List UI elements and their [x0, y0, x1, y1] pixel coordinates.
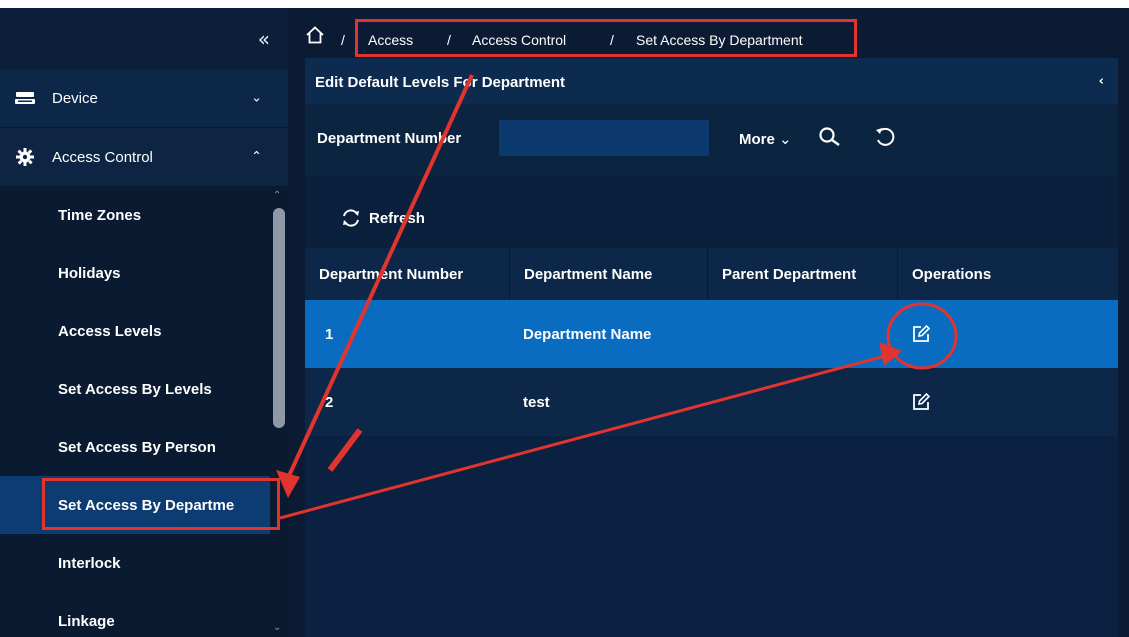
more-label: More: [739, 131, 775, 148]
refresh-icon: [343, 209, 359, 227]
search-icon[interactable]: [818, 126, 842, 150]
sidebar-item-linkage[interactable]: Linkage: [0, 592, 270, 637]
gear-icon: [14, 148, 36, 166]
table-row[interactable]: 1 Department Name: [305, 300, 1118, 368]
sidebar-item-label: Set Access By Person: [58, 438, 216, 456]
menu-item-label: Access Control: [52, 148, 153, 166]
sidebar-item-access-levels[interactable]: Access Levels: [0, 302, 270, 360]
reset-icon[interactable]: [873, 125, 897, 149]
department-number-label: Department Number: [317, 130, 462, 147]
sidebar-item-set-access-by-person[interactable]: Set Access By Person: [0, 418, 270, 476]
cell-department-name: test: [523, 393, 550, 411]
scroll-up-icon[interactable]: ⌃: [273, 190, 281, 201]
menu-item-device[interactable]: Device ⌄: [0, 69, 288, 127]
menu-item-label: Device: [52, 89, 98, 107]
panel-collapse-icon[interactable]: ‹: [1099, 74, 1104, 89]
cell-parent-department: [708, 368, 728, 436]
panel-header: Edit Default Levels For Department ‹: [305, 58, 1118, 104]
column-header-department-name[interactable]: Department Name: [510, 248, 708, 300]
column-header-parent-department[interactable]: Parent Department: [708, 248, 898, 300]
refresh-label: Refresh: [369, 209, 425, 227]
table-toolbar: Refresh: [305, 176, 1118, 248]
collapse-icon[interactable]: «: [258, 27, 270, 51]
sidebar-item-label: Access Levels: [58, 322, 162, 340]
sidebar-item-set-access-by-levels[interactable]: Set Access By Levels: [0, 360, 270, 418]
device-icon: [14, 90, 36, 106]
sidebar-item-label: Time Zones: [58, 206, 142, 224]
sidebar-item-label: Set Access By Levels: [58, 380, 212, 398]
home-icon[interactable]: [306, 26, 324, 44]
chevron-down-icon: ⌄: [779, 130, 792, 148]
table-header: Department Number Department Name Parent…: [305, 248, 1118, 300]
column-header-department-number[interactable]: Department Number: [305, 248, 510, 300]
sidebar-collapse-button[interactable]: «: [0, 8, 288, 69]
sidebar-item-label: Linkage: [58, 612, 115, 630]
cell-department-name: Department Name: [523, 325, 652, 343]
refresh-button[interactable]: Refresh: [341, 208, 425, 228]
menu-item-access-control[interactable]: Access Control ⌃: [0, 128, 288, 186]
edit-icon[interactable]: [911, 392, 931, 412]
more-button[interactable]: More ⌄: [739, 130, 792, 148]
annotation-box-breadcrumb: [355, 19, 857, 57]
page-title: Edit Default Levels For Department: [315, 74, 566, 91]
sidebar-item-label: Interlock: [58, 554, 121, 572]
edit-icon[interactable]: [911, 324, 931, 344]
department-number-input[interactable]: [499, 120, 709, 156]
cell-department-number: 2: [325, 393, 334, 411]
submenu: Time Zones Holidays Access Levels Set Ac…: [0, 186, 288, 637]
table-row[interactable]: 2 test: [305, 368, 1118, 436]
sidebar-item-label: Holidays: [58, 264, 121, 282]
search-bar: Department Number More ⌄: [305, 104, 1118, 176]
sidebar-item-time-zones[interactable]: Time Zones: [0, 186, 270, 244]
submenu-scrollbar-thumb[interactable]: [273, 208, 285, 428]
sidebar-item-interlock[interactable]: Interlock: [0, 534, 270, 592]
breadcrumb-separator: /: [341, 32, 345, 48]
chevron-up-icon: ⌃: [251, 149, 262, 165]
chevron-down-icon: ⌄: [251, 90, 262, 106]
cell-parent-department: [708, 300, 728, 368]
scroll-down-icon[interactable]: ⌄: [273, 622, 281, 633]
annotation-box-sidebar-item: [42, 478, 280, 530]
sidebar-item-holidays[interactable]: Holidays: [0, 244, 270, 302]
column-header-operations: Operations: [912, 265, 992, 283]
cell-department-number: 1: [325, 325, 334, 343]
top-strip: [0, 0, 1129, 8]
